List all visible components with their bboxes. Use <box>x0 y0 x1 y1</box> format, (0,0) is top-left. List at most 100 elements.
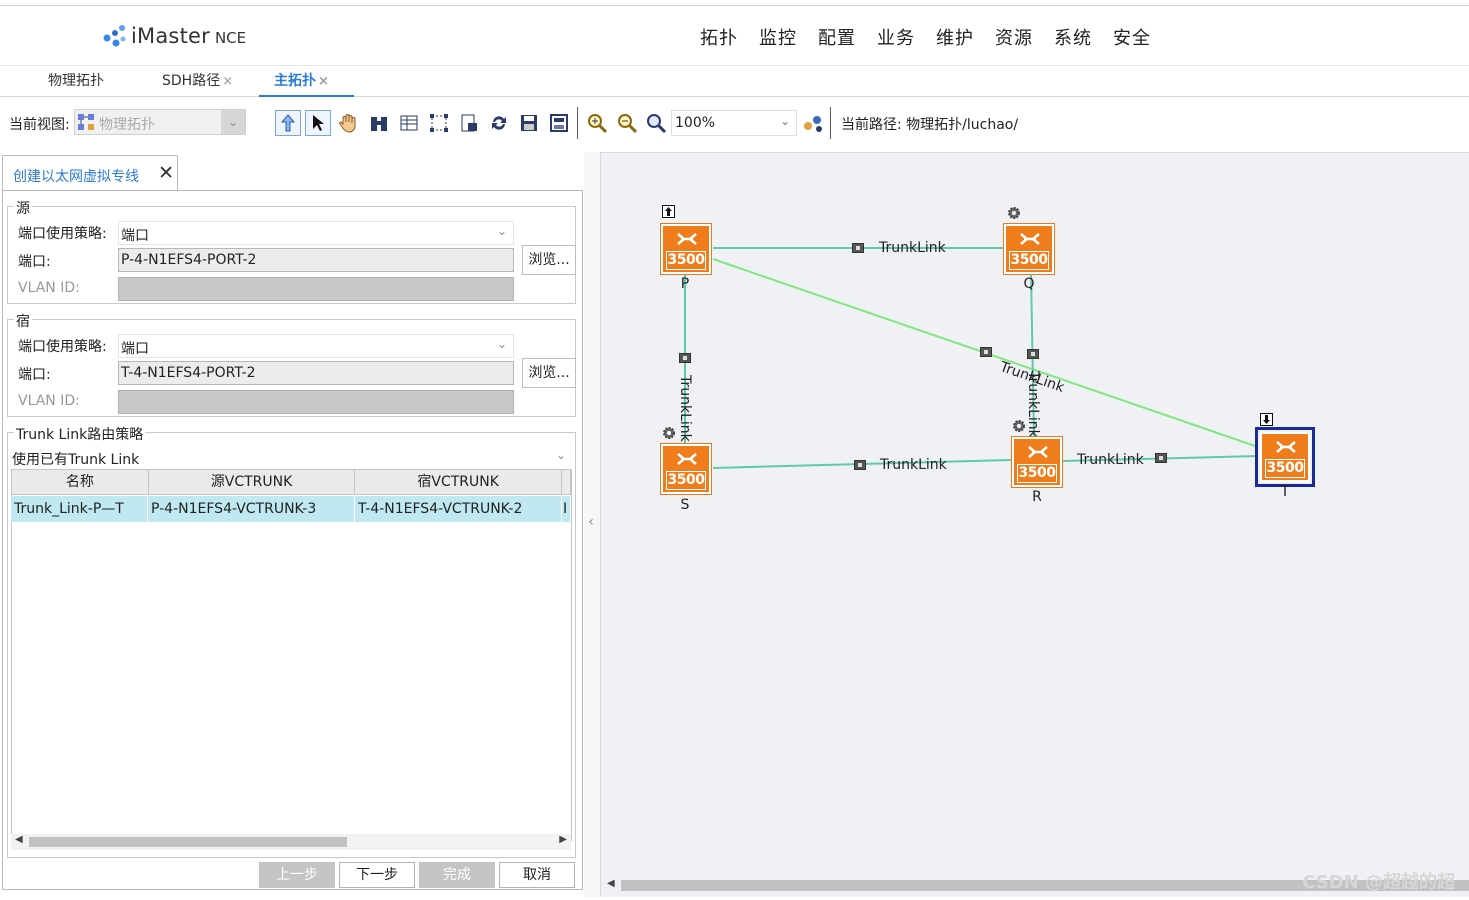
node-model-tag: 3500 <box>1009 251 1049 270</box>
nav-config[interactable]: 配置 <box>818 24 856 50</box>
source-group-title: 源 <box>14 198 32 218</box>
table-view-button[interactable] <box>396 110 422 136</box>
pan-tool-button[interactable] <box>336 110 362 136</box>
finish-button[interactable]: 完成 <box>419 862 495 888</box>
node-r[interactable]: 3500 <box>1011 436 1063 488</box>
close-icon[interactable]: × <box>318 74 329 89</box>
scroll-left-icon[interactable]: ◀ <box>607 878 615 889</box>
column-header-source-vctrunk[interactable]: 源VCTRUNK <box>149 470 356 494</box>
cancel-button[interactable]: 取消 <box>499 862 575 888</box>
sink-group: 宿 端口使用策略: 端口 ⌄ 端口: T-4-N1EFS4-PORT-2 浏览.… <box>7 311 576 417</box>
scroll-left-icon[interactable]: ◀ <box>15 834 23 845</box>
logo-text: iMaster <box>131 24 210 48</box>
link-icon[interactable] <box>1155 453 1167 463</box>
nav-resource[interactable]: 资源 <box>995 24 1033 50</box>
node-label-t: T <box>1280 484 1290 500</box>
watermark: CSDN @超越的超 <box>1302 872 1455 893</box>
wizard-tab[interactable]: 创建以太网虚拟专线 ✕ <box>2 155 178 191</box>
link-label-s-r[interactable]: TrunkLink <box>880 457 947 473</box>
arrow-up-icon <box>280 114 296 132</box>
link-icon[interactable] <box>854 460 866 470</box>
node-label-r: R <box>1032 489 1042 505</box>
scrollbar-thumb[interactable] <box>29 837 347 847</box>
filter-button[interactable] <box>800 110 826 136</box>
scroll-right-icon[interactable]: ▶ <box>559 834 567 845</box>
find-button[interactable] <box>366 110 392 136</box>
source-policy-value: 端口 <box>121 228 149 244</box>
nav-system[interactable]: 系统 <box>1054 24 1092 50</box>
link-icon[interactable] <box>1027 349 1039 359</box>
node-model-tag: 3500 <box>1017 464 1057 483</box>
refresh-button[interactable] <box>486 110 512 136</box>
column-header-name[interactable]: 名称 <box>12 470 149 494</box>
link-icon[interactable] <box>852 243 864 253</box>
nav-service[interactable]: 业务 <box>877 24 915 50</box>
trunk-policy-select[interactable]: 使用已有Trunk Link ⌄ <box>10 446 572 470</box>
zoom-fit-button[interactable] <box>643 110 669 136</box>
wizard-tab-label: 创建以太网虚拟专线 <box>13 169 139 185</box>
node-s[interactable]: 3500 <box>660 443 712 495</box>
view-select[interactable]: 物理拓扑 ⌄ <box>74 109 246 135</box>
link-label-p-s[interactable]: TrunkLink <box>677 375 693 442</box>
link-icon[interactable] <box>980 347 992 357</box>
nav-monitor[interactable]: 监控 <box>759 24 797 50</box>
logo-subtext: NCE <box>214 29 247 47</box>
next-button[interactable]: 下一步 <box>339 862 415 888</box>
logo[interactable]: iMaster NCE <box>102 22 246 50</box>
tab-label: 物理拓扑 <box>48 73 104 89</box>
layout-icon <box>430 114 448 132</box>
wizard-panel: 源 端口使用策略: 端口 ⌄ 端口: P-4-N1EFS4-PORT-2 浏览.… <box>2 190 583 890</box>
tab-physical-topology[interactable]: 物理拓扑 <box>48 66 104 97</box>
pointer-icon <box>313 115 324 131</box>
chevron-down-icon[interactable]: ⌄ <box>497 337 507 351</box>
nav-security[interactable]: 安全 <box>1113 24 1151 50</box>
export-button[interactable] <box>456 110 482 136</box>
source-policy-select[interactable]: 端口 ⌄ <box>118 221 514 245</box>
node-q[interactable]: 3500 <box>1003 223 1055 275</box>
toolbar: 当前视图: 物理拓扑 ⌄ 100% ⌄ 当前路径: 物理拓扑/luchao/ <box>0 97 1469 151</box>
table-horizontal-scrollbar[interactable]: ◀ ▶ <box>11 834 571 850</box>
chevron-down-icon[interactable]: ⌄ <box>780 114 790 128</box>
sink-port-field[interactable]: T-4-N1EFS4-PORT-2 <box>118 361 514 385</box>
collapse-left-icon[interactable]: ‹ <box>584 477 598 567</box>
column-header-sink-vctrunk[interactable]: 宿VCTRUNK <box>355 470 562 494</box>
node-p[interactable]: 3500 <box>660 223 712 275</box>
nav-topology[interactable]: 拓扑 <box>700 24 738 50</box>
main-nav: 拓扑 监控 配置 业务 维护 资源 系统 安全 <box>700 24 1172 50</box>
panel-splitter[interactable]: ‹ <box>584 152 600 897</box>
zoom-out-button[interactable] <box>614 110 640 136</box>
link-icon[interactable] <box>679 353 691 363</box>
chevron-down-icon[interactable]: ⌄ <box>556 448 566 462</box>
zoom-fit-icon <box>647 114 667 134</box>
node-label-s: S <box>680 497 690 513</box>
close-icon[interactable]: × <box>222 74 233 89</box>
table-row[interactable]: Trunk_Link-P—T P-4-N1EFS4-VCTRUNK-3 T-4-… <box>11 496 571 522</box>
link-label-r-t[interactable]: TrunkLink <box>1077 452 1144 468</box>
node-t[interactable]: 3500 <box>1255 427 1315 487</box>
sink-policy-select[interactable]: 端口 ⌄ <box>118 334 514 358</box>
source-port-field[interactable]: P-4-N1EFS4-PORT-2 <box>118 248 514 272</box>
save-button[interactable] <box>516 110 542 136</box>
zoom-in-button[interactable] <box>584 110 610 136</box>
layout-button[interactable] <box>426 110 452 136</box>
up-level-button[interactable] <box>275 110 301 136</box>
chevron-down-icon[interactable]: ⌄ <box>221 110 245 134</box>
close-icon[interactable]: ✕ <box>158 162 174 184</box>
link-label-q-r[interactable]: TrunkLink <box>1025 371 1041 438</box>
binoculars-icon <box>371 117 387 131</box>
zoom-select[interactable]: 100% ⌄ <box>671 110 797 136</box>
prev-button[interactable]: 上一步 <box>259 862 335 888</box>
tab-sdh-path[interactable]: SDH路径 × <box>162 66 233 97</box>
nav-maintain[interactable]: 维护 <box>936 24 974 50</box>
link-label-p-q[interactable]: TrunkLink <box>879 240 946 256</box>
chevron-down-icon[interactable]: ⌄ <box>497 224 507 238</box>
node-label-p: P <box>680 276 690 292</box>
table-icon <box>400 115 418 131</box>
sink-browse-button[interactable]: 浏览... <box>522 358 576 388</box>
tab-main-topology[interactable]: 主拓扑 × <box>259 66 354 97</box>
source-policy-label: 端口使用策略: <box>18 226 107 242</box>
topology-canvas[interactable]: TrunkLink TrunkLink TrunkLink TrunkLink … <box>600 152 1469 897</box>
select-tool-button[interactable] <box>305 110 331 136</box>
save-as-button[interactable] <box>546 110 572 136</box>
source-browse-button[interactable]: 浏览... <box>522 245 576 275</box>
